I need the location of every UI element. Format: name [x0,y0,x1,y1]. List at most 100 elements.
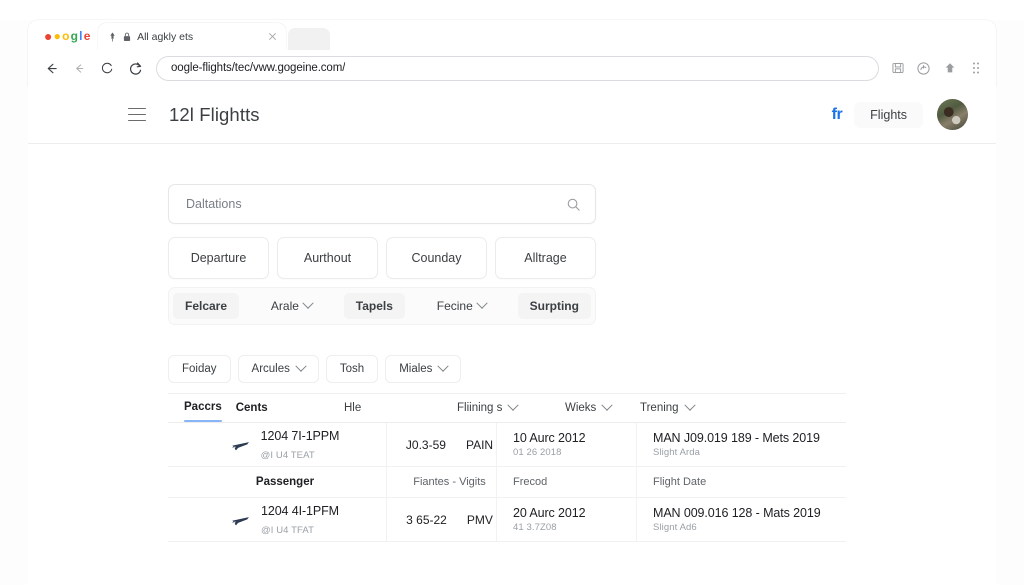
table-header-wieks[interactable]: Wieks [549,399,624,414]
action-fecine-label: Fecine [436,299,473,313]
action-felcare-label: Felcare [185,299,228,313]
table-cell-date: 10 Aurc 2012 01 26 2018 [496,423,636,466]
address-bar[interactable]: oogle-flights/tec/vww.gogeine.com/ [156,55,879,81]
table-header-trening[interactable]: Trening [624,399,754,414]
chip-arcules[interactable]: Arcules [237,355,319,383]
table-row: Passenger Fiantes - Vigits Frecod Flight… [168,467,846,498]
flight-name: 1204 4I-1PFM [260,503,339,518]
header-actions: fr Flights [828,99,968,130]
action-tapels[interactable]: Tapels [343,293,405,319]
chip-row: Foiday Arcules Tosh Miales [168,355,596,383]
flight-name-sub: @I U4 TFAT [260,524,315,536]
chevron-down-icon [437,360,450,372]
browser-tab-strip: ● ● o g l e All agkly ets [28,20,996,50]
airplane-icon [231,442,249,451]
google-logo-icon: ● ● o g l e [44,28,91,44]
table-cell-detail: MAN 009.016 128 - Mats 2019 Slignt Ad6 [636,498,846,541]
app-header: 12l Flightts fr Flights [28,86,996,144]
table-cell-flight-text: 1204 4I-1PFM @I U4 TFAT [261,502,339,538]
browser-toolbar: oogle-flights/tec/vww.gogeine.com/ [28,50,996,86]
table-header-trening-label: Trening [640,402,679,414]
hamburger-menu-icon[interactable] [128,108,146,121]
flight-date: 20 Aurc 2012 [513,506,586,520]
chip-tosh-label: Tosh [339,363,365,375]
table-cell-code: J0.3-59 PAIN [386,423,496,466]
search-icon[interactable] [566,197,581,212]
chevron-down-icon [295,360,307,372]
reload-icon[interactable] [94,55,120,81]
filter-button-alltrage[interactable]: Alltrage [495,237,596,279]
label-frecod: Frecod [513,476,548,488]
close-icon[interactable] [266,31,278,43]
table-cell-label-frecod: Frecod [496,467,636,497]
label-flight-date: Flight Date [653,476,707,488]
chip-tosh[interactable]: Tosh [325,355,379,383]
page-title: 12l Flightts [169,103,260,125]
flights-nav-button[interactable]: Flights [854,101,923,128]
lock-icon [123,32,131,41]
reload-alt-icon[interactable] [122,55,148,81]
table-cell-label-passenger: Passenger [168,467,386,497]
table-row[interactable]: 1204 7I-1PPM @I U4 TEAT J0.3-59 PAIN 10 … [168,423,846,467]
extensions-icon[interactable] [915,60,932,77]
chip-miales-label: Miales [399,363,433,375]
new-tab-button[interactable] [288,28,331,50]
chip-arcules-label: Arcules [251,363,290,375]
flight-detail: MAN 009.016 128 - Mats 2019 [653,506,821,520]
flight-date: 10 Aurc 2012 [513,431,586,445]
action-arale[interactable]: Arale [259,293,324,319]
fr-icon[interactable]: fr [828,106,847,124]
page-viewport: 12l Flightts fr Flights Departure Aurtho… [28,86,996,585]
action-felcare[interactable]: Felcare [173,293,240,319]
table-tab-paccrs[interactable]: Paccrs [184,401,222,422]
flight-date-sub: 01 26 2018 [513,447,562,458]
table-tab-cents[interactable]: Cents [236,402,268,414]
label-passenger: Passenger [255,476,315,488]
search-bar[interactable] [168,184,596,224]
table-header-group-left: Paccrs Cents [168,401,328,422]
table-cell-flight: 1204 7I-1PPM @I U4 TEAT [168,423,386,466]
filter-button-counday[interactable]: Counday [386,237,487,279]
browser-toolbar-icons [889,60,984,77]
action-surpting-label: Surpting [529,299,579,313]
table-header-row: Paccrs Cents Hle Fliining s Wieks Trenin… [168,394,846,423]
table-cell-label-fiantes: Fiantes - Vigits [386,467,496,497]
back-arrow-icon[interactable] [38,55,64,81]
filter-button-aurthout[interactable]: Aurthout [277,237,378,279]
flight-detail-sub: Slight Arda [653,447,701,458]
table-cell-detail: MAN J09.019 189 - Mets 2019 Slight Arda [636,423,846,466]
action-toolbar: Felcare Arale Tapels Fecine Surpting [168,287,596,325]
menu-grid-icon[interactable] [967,60,984,77]
table-header-hle[interactable]: Hle [328,402,441,414]
table-header-fliinings[interactable]: Fliining s [441,399,549,414]
table-cell-date: 20 Aurc 2012 41 3.7Z08 [496,498,636,541]
filter-button-row: Departure Aurthout Counday Alltrage [168,237,596,279]
home-icon[interactable] [941,60,958,77]
table-cell-code: 3 65-22 PMV [386,498,496,541]
flight-date-sub: 41 3.7Z08 [513,522,557,533]
action-surpting[interactable]: Surpting [517,293,591,319]
filter-button-departure[interactable]: Departure [168,237,269,279]
action-tapels-label: Tapels [355,299,393,313]
flight-code-2: PMV [466,512,493,527]
chip-miales[interactable]: Miales [385,355,462,383]
chevron-down-icon [476,297,488,309]
search-input[interactable] [186,197,566,211]
avatar[interactable] [937,99,968,130]
table-header-wieks-label: Wieks [565,402,597,414]
forward-arrow-icon[interactable] [66,55,92,81]
main-content: Departure Aurthout Counday Alltrage Felc… [28,144,996,542]
chip-foiday[interactable]: Foiday [168,355,231,383]
table-header-fliinings-label: Fliining s [457,402,503,414]
flight-code: 3 65-22 [406,512,447,527]
flight-code-2: PAIN [465,437,494,452]
table-cell-flight: 1204 4I-1PFM @I U4 TFAT [168,498,386,541]
action-fecine[interactable]: Fecine [425,293,498,319]
flight-code: J0.3-59 [405,437,446,452]
save-page-icon[interactable] [889,60,906,77]
chevron-down-icon [507,399,520,411]
browser-tab[interactable]: All agkly ets [98,23,287,50]
table-cell-label-flight-date: Flight Date [636,467,846,497]
action-arale-label: Arale [270,299,299,313]
table-row[interactable]: 1204 4I-1PFM @I U4 TFAT 3 65-22 PMV 20 A… [168,498,846,542]
